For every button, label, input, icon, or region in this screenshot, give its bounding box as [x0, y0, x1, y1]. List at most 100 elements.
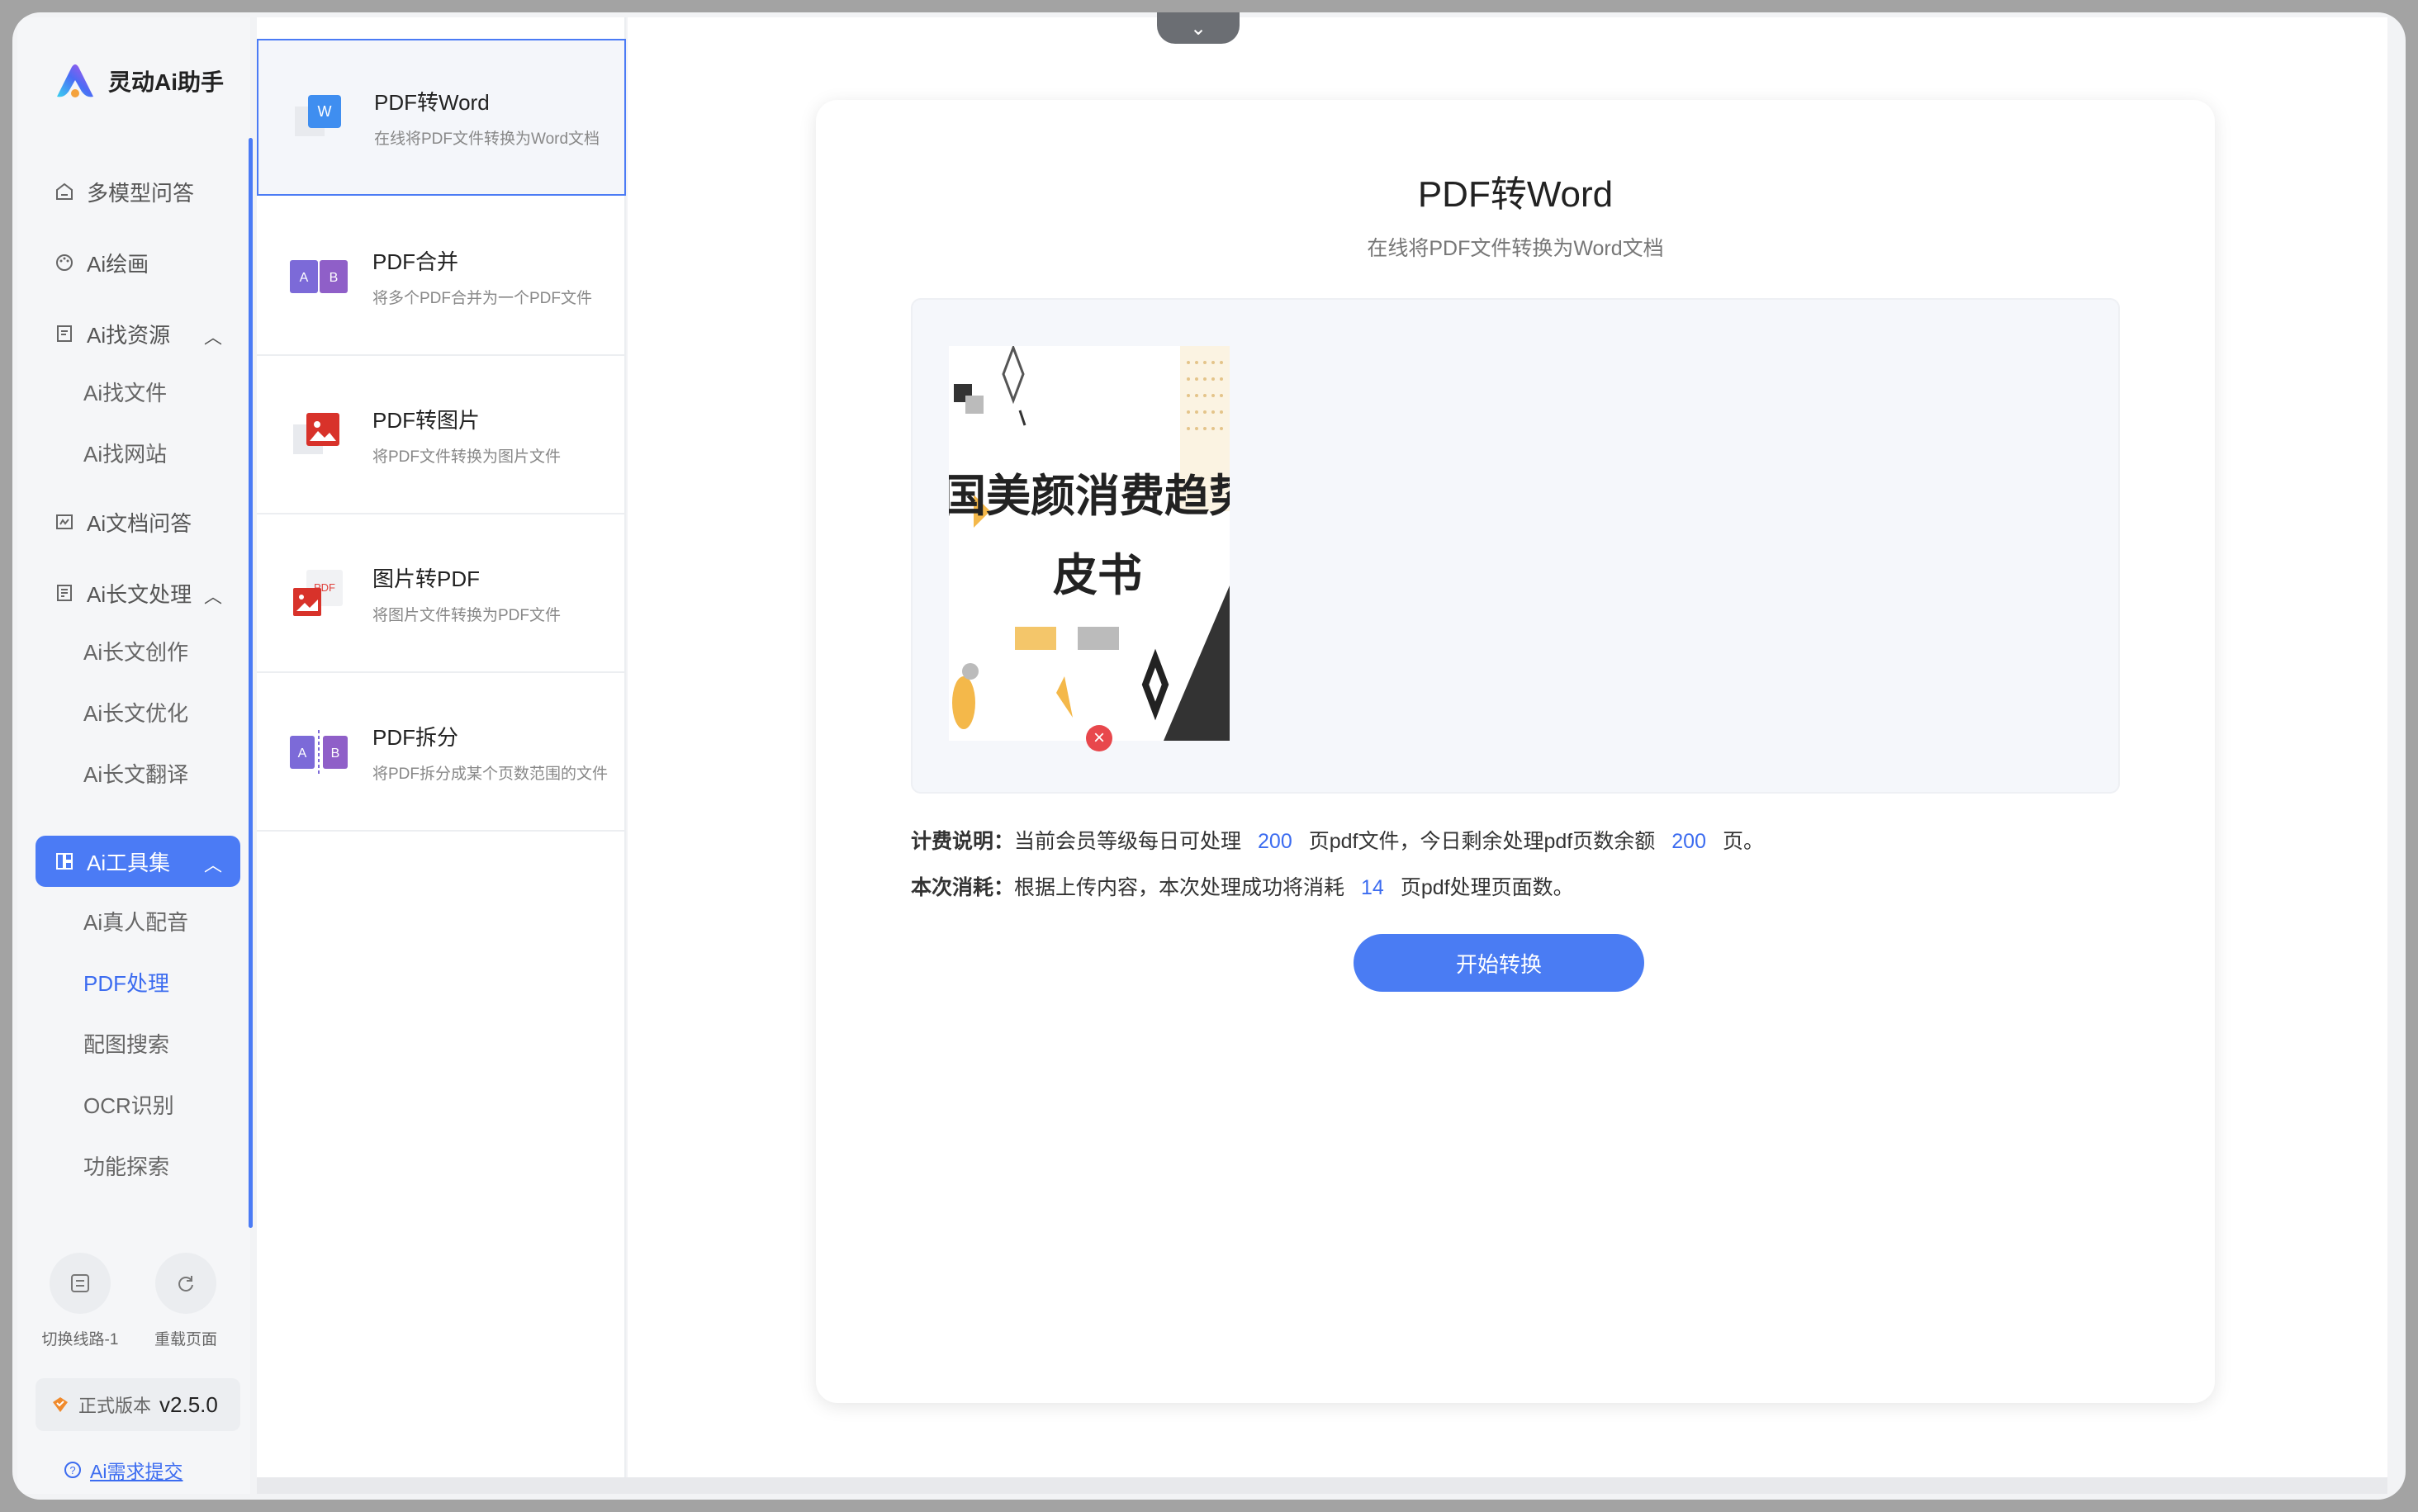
reload-icon [155, 1253, 216, 1314]
consumption-label: 本次消耗： [911, 876, 1015, 899]
svg-text:B: B [330, 271, 339, 285]
consumption-text-a: 根据上传内容，本次处理成功将消耗 [1014, 876, 1345, 899]
image-doc-icon [54, 511, 75, 533]
billing-line: 计费说明：当前会员等级每日可处理 200 页pdf文件，今日剩余处理pdf页数余额 2… [911, 818, 1764, 865]
switch-line-button[interactable]: 切换线路-1 [42, 1253, 118, 1349]
grid-icon [54, 851, 75, 872]
tool-label: 重载页面 [154, 1331, 217, 1348]
word-icon: W [292, 88, 349, 146]
pdf-thumbnail: 中国美颜消费趋势白 皮书 [949, 346, 1230, 741]
billing-text-c: 页。 [1722, 830, 1764, 853]
main-panel: PDF转Word 在线将PDF文件转换为Word文档 国美颜消费趋 皮书 × 计… [628, 17, 2387, 1477]
sidebar-subitem-ocr[interactable]: OCR识别 [83, 1089, 174, 1122]
sidebar-subitem-image-search[interactable]: 配图搜索 [83, 1028, 169, 1061]
app-name: 灵动Ai助手 [108, 69, 225, 95]
split-icon: AB [290, 723, 348, 781]
pdf-cover-image: 中国美颜消费趋势白 皮书 [949, 346, 1230, 741]
conversion-card: PDF转Word 在线将PDF文件转换为Word文档 国美颜消费趋 皮书 × 计… [816, 100, 2215, 1403]
sidebar-tools: 切换线路-1 重载页面 [42, 1253, 219, 1349]
chevron-up-icon[interactable]: ︿ [204, 582, 222, 609]
tool-desc: 将图片文件转换为PDF文件 [372, 607, 562, 624]
sidebar-item-ai-doc-qa[interactable]: Ai文档问答 [36, 496, 240, 547]
svg-text:A: A [298, 747, 307, 761]
billing-label: 计费说明： [911, 830, 1015, 853]
sidebar-subitem-ai-find-files[interactable]: Ai找文件 [83, 377, 167, 410]
sidebar-subitem-long-text-create[interactable]: Ai长文创作 [83, 636, 188, 669]
collapse-handle[interactable]: ⌄ [1157, 12, 1240, 44]
sidebar-item-label: 多模型问答 [87, 180, 195, 206]
horizontal-scrollbar[interactable] [257, 1477, 2387, 1494]
billing-text-b: 页pdf文件，今日剩余处理pdf页数余额 [1308, 830, 1656, 853]
reload-button[interactable]: 重载页面 [153, 1253, 219, 1349]
pdf-image-icon [290, 406, 348, 464]
tool-title: PDF拆分 [372, 725, 459, 750]
tool-item-image-to-pdf[interactable]: PDF 图片转PDF 将图片文件转换为PDF文件 [257, 516, 626, 673]
sidebar-item-ai-painting[interactable]: Ai绘画 [36, 237, 240, 288]
chevron-up-icon[interactable]: ︿ [204, 851, 222, 877]
sidebar-subitem-long-text-optimize[interactable]: Ai长文优化 [83, 697, 188, 730]
tool-title: PDF合并 [372, 249, 459, 274]
home-icon [54, 181, 75, 202]
merge-icon: AB [290, 248, 348, 306]
app-logo[interactable]: 灵动Ai助手 [54, 62, 224, 100]
tool-item-pdf-to-word[interactable]: W PDF转Word 在线将PDF文件转换为Word文档 [257, 39, 626, 196]
daily-limit-value: 200 [1258, 830, 1292, 853]
consumption-text-b: 页pdf处理页面数。 [1400, 876, 1574, 899]
remove-file-button[interactable]: × [1086, 725, 1112, 751]
version-value: v2.5.0 [159, 1391, 218, 1417]
app-window: ⌄ 灵动Ai助手 多模型问答 Ai绘画 Ai找资源 ︿ Ai找文件 Ai找网站 … [12, 12, 2406, 1500]
tool-desc: 将PDF文件转换为图片文件 [372, 448, 562, 466]
tool-title: 图片转PDF [372, 566, 481, 591]
sidebar-item-label: Ai长文处理 [87, 581, 192, 607]
sidebar: 灵动Ai助手 多模型问答 Ai绘画 Ai找资源 ︿ Ai找文件 Ai找网站 Ai… [17, 17, 250, 1494]
tool-title: PDF转Word [374, 90, 490, 115]
tool-desc: 将PDF拆分成某个页数范围的文件 [372, 765, 609, 783]
sidebar-item-ai-toolset[interactable]: Ai工具集 ︿ [36, 836, 240, 887]
chevron-up-icon[interactable]: ︿ [204, 323, 222, 349]
tool-title: PDF转图片 [372, 408, 481, 433]
sidebar-subitem-long-text-translate[interactable]: Ai长文翻译 [83, 758, 188, 791]
sidebar-scrollbar[interactable] [249, 138, 253, 1228]
billing-info: 计费说明：当前会员等级每日可处理 200 页pdf文件，今日剩余处理pdf页数余额 2… [911, 818, 1764, 911]
svg-text:?: ? [69, 1464, 75, 1476]
version-label: 正式版本 [78, 1396, 152, 1416]
cover-title-line2: 皮书 [1053, 549, 1142, 601]
shield-check-icon [53, 1397, 68, 1412]
image-pdf-icon: PDF [290, 565, 348, 623]
sidebar-subitem-ai-find-websites[interactable]: Ai找网站 [83, 438, 167, 471]
sidebar-item-ai-find-resources[interactable]: Ai找资源 ︿ [36, 308, 240, 359]
start-conversion-button[interactable]: 开始转换 [1354, 934, 1644, 992]
tool-item-pdf-split[interactable]: AB PDF拆分 将PDF拆分成某个页数范围的文件 [257, 675, 626, 832]
version-badge: 正式版本 v2.5.0 [36, 1378, 240, 1431]
feedback-link[interactable]: ? Ai需求提交 [64, 1456, 183, 1484]
sidebar-item-label: Ai工具集 [87, 850, 171, 875]
help-icon: ? [64, 1462, 81, 1478]
tool-item-pdf-to-image[interactable]: PDF转图片 将PDF文件转换为图片文件 [257, 358, 626, 514]
sidebar-item-multi-model-qa[interactable]: 多模型问答 [36, 166, 240, 217]
page-subtitle: 在线将PDF文件转换为Word文档 [1367, 237, 1664, 260]
tool-desc: 在线将PDF文件转换为Word文档 [374, 130, 600, 148]
tool-label: 切换线路-1 [41, 1331, 119, 1348]
tool-desc: 将多个PDF合并为一个PDF文件 [372, 290, 593, 307]
close-icon: × [1093, 727, 1105, 749]
sidebar-subitem-voice-dubbing[interactable]: Ai真人配音 [83, 906, 188, 939]
svg-text:W: W [318, 103, 332, 120]
sidebar-subitem-pdf-processing[interactable]: PDF处理 [83, 967, 169, 1000]
feedback-text: Ai需求提交 [90, 1461, 183, 1482]
consumption-line: 本次消耗：根据上传内容，本次处理成功将消耗 14 页pdf处理页面数。 [911, 865, 1764, 911]
chevron-down-icon: ⌄ [1189, 17, 1207, 40]
billing-text-a: 当前会员等级每日可处理 [1014, 830, 1242, 853]
sidebar-item-label: Ai文档问答 [87, 510, 192, 536]
document-icon [54, 323, 75, 344]
remaining-value: 200 [1671, 830, 1706, 853]
consumption-pages-value: 14 [1361, 876, 1384, 899]
tool-item-pdf-merge[interactable]: AB PDF合并 将多个PDF合并为一个PDF文件 [257, 199, 626, 356]
sidebar-subitem-feature-explore[interactable]: 功能探索 [83, 1150, 169, 1183]
upload-area[interactable]: 中国美颜消费趋势白 皮书 × [911, 298, 2120, 794]
sidebar-item-label: Ai绘画 [87, 251, 149, 277]
logo-icon [57, 64, 93, 97]
sidebar-item-ai-long-text[interactable]: Ai长文处理 ︿ [36, 567, 240, 619]
palette-icon [54, 252, 75, 273]
sidebar-item-label: Ai找资源 [87, 322, 171, 348]
switch-line-icon [50, 1253, 111, 1314]
